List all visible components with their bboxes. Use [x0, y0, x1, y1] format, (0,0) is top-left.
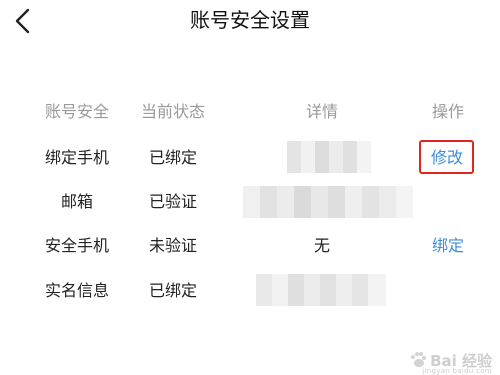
column-header-status: 当前状态 [140, 102, 206, 121]
row-bind-phone-label: 绑定手机 [44, 148, 110, 167]
watermark-subtext: jingyan.baidu.com [422, 367, 492, 375]
row-real-name-detail-masked [256, 274, 386, 306]
column-header-account-security: 账号安全 [44, 102, 110, 121]
row-email-status: 已验证 [148, 192, 198, 211]
row-bind-phone-status: 已绑定 [148, 148, 198, 167]
row-security-phone-label: 安全手机 [44, 236, 110, 255]
row-email-detail-masked [243, 186, 413, 218]
row-bind-phone-detail-masked [287, 141, 371, 173]
page-title: 账号安全设置 [190, 8, 310, 32]
bind-security-phone-link[interactable]: 绑定 [432, 235, 464, 257]
row-security-phone-detail: 无 [313, 236, 331, 255]
row-security-phone-status: 未验证 [148, 236, 198, 255]
highlight-annotation [419, 140, 474, 174]
column-header-details: 详情 [305, 102, 339, 121]
row-real-name-label: 实名信息 [44, 281, 110, 300]
row-real-name-status: 已绑定 [148, 281, 198, 300]
column-header-action: 操作 [431, 102, 465, 121]
baidu-jingyan-watermark: Bai 经验 jingyan.baidu.com [409, 351, 492, 375]
row-email-label: 邮箱 [60, 192, 94, 211]
